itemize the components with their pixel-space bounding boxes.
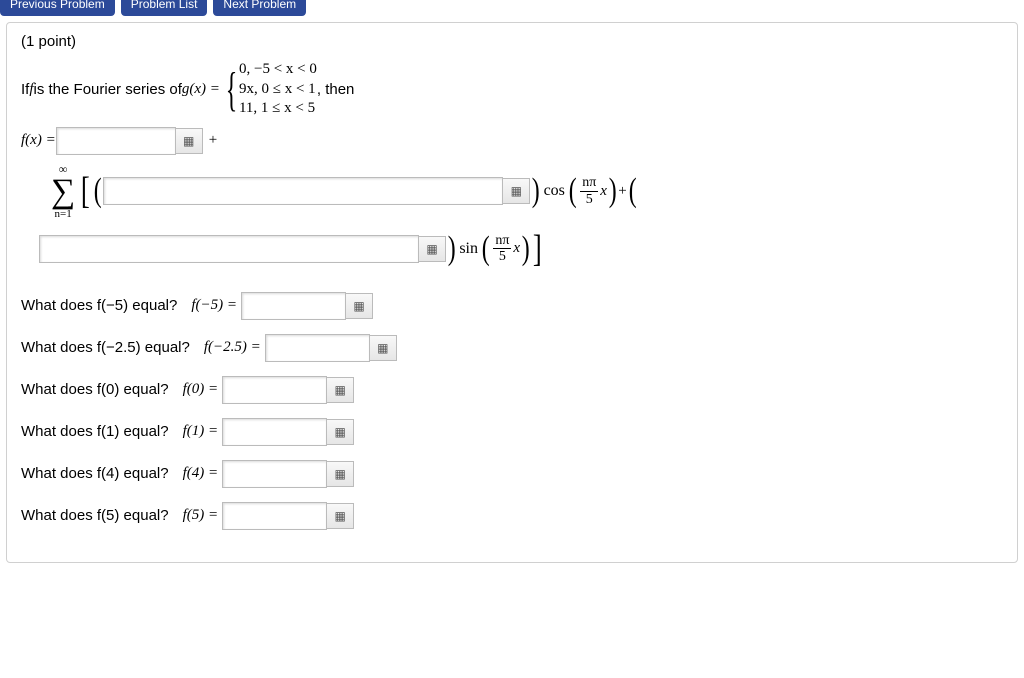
answer-q5[interactable] [222, 502, 327, 530]
question-label-2: What does f(0) equal? [21, 381, 169, 398]
series-row-sin: ▦ ) sin ( nπ 5 x ) ] [39, 230, 1003, 268]
frac-den: 5 [584, 192, 595, 207]
left-bracket-icon: [ [81, 172, 90, 210]
question-row-4: What does f(4) equal? f(4) = ▦ [21, 460, 1003, 488]
next-problem-button[interactable]: Next Problem [213, 0, 306, 16]
intro-then: , then [317, 81, 355, 98]
sin-arg-left-paren-icon: ( [482, 232, 490, 266]
question-label-0: What does f(−5) equal? [21, 297, 177, 314]
answer-q1[interactable] [265, 334, 370, 362]
cos-arg-left-paren-icon: ( [569, 174, 577, 208]
question-label-3: What does f(1) equal? [21, 423, 169, 440]
intro-pre: If [21, 81, 29, 98]
frac-den-2: 5 [497, 249, 508, 264]
question-eq-2: f(0) = [183, 381, 219, 398]
right-paren-sin-icon: ) [448, 232, 456, 266]
series-row-cos: ∞ ∑ n=1 [ ( ▦ ) cos ( nπ 5 x ) + ( [21, 163, 1003, 220]
left-brace-icon: { [226, 68, 238, 111]
question-eq-3: f(1) = [183, 423, 219, 440]
answer-an[interactable] [103, 177, 503, 205]
answer-bn[interactable] [39, 235, 419, 263]
equation-editor-button-q0[interactable]: ▦ [345, 293, 373, 319]
answer-q4[interactable] [222, 460, 327, 488]
equation-editor-button-a0[interactable]: ▦ [175, 128, 203, 154]
piecewise-def: { 0, −5 < x < 0 9x, 0 ≤ x < 1 11, 1 ≤ x … [220, 60, 317, 119]
piece-row-1: 0, −5 < x < 0 [239, 60, 317, 80]
question-label-4: What does f(4) equal? [21, 465, 169, 482]
frac-num: nπ [580, 175, 598, 191]
answer-q0[interactable] [241, 292, 346, 320]
equation-editor-button-an[interactable]: ▦ [502, 178, 530, 204]
equation-editor-button-q4[interactable]: ▦ [326, 461, 354, 487]
equation-editor-button-bn[interactable]: ▦ [418, 236, 446, 262]
intro-g: g(x) = [182, 81, 220, 98]
question-row-3: What does f(1) equal? f(1) = ▦ [21, 418, 1003, 446]
problem-list-button[interactable]: Problem List [121, 0, 208, 16]
plus-2: + [618, 183, 626, 200]
right-bracket-icon: ] [533, 230, 542, 268]
top-nav: Previous Problem Problem List Next Probl… [0, 0, 1024, 18]
answer-q3[interactable] [222, 418, 327, 446]
sin-label: sin [459, 240, 478, 258]
point-value: (1 point) [21, 33, 1003, 50]
answer-q2[interactable] [222, 376, 327, 404]
sigma-bottom: n=1 [55, 209, 72, 220]
cos-arg-x: x [600, 183, 607, 200]
plus-1: + [209, 132, 217, 149]
fx-row: f(x) = ▦ + [21, 127, 1003, 155]
question-row-2: What does f(0) equal? f(0) = ▦ [21, 376, 1003, 404]
question-row-0: What does f(−5) equal? f(−5) = ▦ [21, 292, 1003, 320]
cos-arg-right-paren-icon: ) [609, 174, 617, 208]
equation-editor-button-q5[interactable]: ▦ [326, 503, 354, 529]
sin-arg-x: x [513, 240, 520, 257]
piece-row-2: 9x, 0 ≤ x < 1 [239, 80, 317, 100]
equation-editor-button-q3[interactable]: ▦ [326, 419, 354, 445]
problem-statement: If f is the Fourier series of g(x) = { 0… [21, 60, 1003, 119]
sin-arg-right-paren-icon: ) [522, 232, 530, 266]
question-label-1: What does f(−2.5) equal? [21, 339, 190, 356]
question-row-1: What does f(−2.5) equal? f(−2.5) = ▦ [21, 334, 1003, 362]
question-label-5: What does f(5) equal? [21, 507, 169, 524]
question-eq-1: f(−2.5) = [204, 339, 261, 356]
cos-label: cos [544, 182, 565, 200]
piece-row-3: 11, 1 ≤ x < 5 [239, 99, 317, 119]
right-paren-cos-icon: ) [532, 174, 540, 208]
question-eq-4: f(4) = [183, 465, 219, 482]
cos-arg-frac: nπ 5 [580, 175, 598, 207]
equation-editor-button-q1[interactable]: ▦ [369, 335, 397, 361]
sigma-icon: ∞ ∑ n=1 [51, 163, 75, 220]
problem-panel: (1 point) If f is the Fourier series of … [6, 22, 1018, 563]
left-paren-sin-icon: ( [628, 174, 636, 208]
prev-problem-button[interactable]: Previous Problem [0, 0, 115, 16]
sin-arg-frac: nπ 5 [493, 233, 511, 265]
frac-num-2: nπ [493, 233, 511, 249]
question-row-5: What does f(5) equal? f(5) = ▦ [21, 502, 1003, 530]
question-eq-0: f(−5) = [191, 297, 237, 314]
equation-editor-button-q2[interactable]: ▦ [326, 377, 354, 403]
fx-label: f(x) = [21, 132, 56, 149]
intro-mid: is the Fourier series of [34, 81, 182, 98]
left-paren-cos-icon: ( [94, 174, 102, 208]
answer-a0[interactable] [56, 127, 176, 155]
question-eq-5: f(5) = [183, 507, 219, 524]
